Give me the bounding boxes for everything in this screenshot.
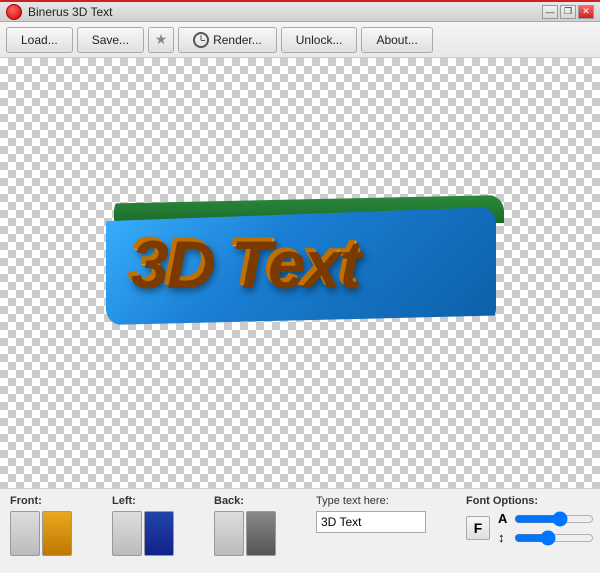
app-icon bbox=[6, 4, 22, 20]
text-input-field[interactable] bbox=[316, 511, 426, 533]
save-button[interactable]: Save... bbox=[77, 27, 144, 53]
canvas-area: 3D Text bbox=[0, 58, 600, 488]
front-swatch-row bbox=[10, 511, 72, 556]
font-controls-row: F A ↕ bbox=[466, 511, 594, 545]
title-bar-left: Binerus 3D Text bbox=[6, 4, 113, 20]
left-color-section: Left: bbox=[112, 495, 174, 556]
bottom-panel: Front: Left: Back: Type text here: Font … bbox=[0, 488, 600, 573]
size-slider[interactable] bbox=[514, 512, 594, 526]
3d-text-preview: 3D Text bbox=[100, 193, 500, 353]
unlock-button[interactable]: Unlock... bbox=[281, 27, 358, 53]
toolbar: Load... Save... ★ Render... Unlock... Ab… bbox=[0, 22, 600, 58]
shape-wrapper: 3D Text bbox=[100, 193, 500, 353]
height-slider[interactable] bbox=[514, 531, 594, 545]
text-input-label: Type text here: bbox=[316, 495, 426, 507]
window-title: Binerus 3D Text bbox=[28, 5, 113, 19]
front-swatch-color[interactable] bbox=[42, 511, 72, 556]
load-button[interactable]: Load... bbox=[6, 27, 73, 53]
title-bar: Binerus 3D Text — ❐ ✕ bbox=[0, 0, 600, 22]
3d-text-label: 3D Text bbox=[128, 223, 357, 301]
favorite-button[interactable]: ★ bbox=[148, 27, 174, 53]
front-label: Front: bbox=[10, 495, 42, 507]
title-controls: — ❐ ✕ bbox=[542, 5, 594, 19]
render-label: Render... bbox=[213, 33, 262, 47]
front-color-section: Front: bbox=[10, 495, 72, 556]
render-button[interactable]: Render... bbox=[178, 27, 277, 53]
clock-icon bbox=[193, 32, 209, 48]
back-color-section: Back: bbox=[214, 495, 276, 556]
back-label: Back: bbox=[214, 495, 244, 507]
size-label: A bbox=[498, 511, 510, 526]
about-button[interactable]: About... bbox=[361, 27, 432, 53]
front-swatch-light[interactable] bbox=[10, 511, 40, 556]
sliders-col: A ↕ bbox=[498, 511, 594, 545]
left-label: Left: bbox=[112, 495, 136, 507]
minimize-button[interactable]: — bbox=[542, 5, 558, 19]
size-slider-row: A bbox=[498, 511, 594, 526]
back-swatch-light[interactable] bbox=[214, 511, 244, 556]
left-swatch-light[interactable] bbox=[112, 511, 142, 556]
font-options-label: Font Options: bbox=[466, 495, 594, 507]
font-face-button[interactable]: F bbox=[466, 516, 490, 540]
height-slider-row: ↕ bbox=[498, 530, 594, 545]
back-swatch-row bbox=[214, 511, 276, 556]
font-options-section: Font Options: F A ↕ bbox=[466, 495, 594, 545]
restore-button[interactable]: ❐ bbox=[560, 5, 576, 19]
left-swatch-color[interactable] bbox=[144, 511, 174, 556]
back-swatch-color[interactable] bbox=[246, 511, 276, 556]
text-input-section: Type text here: bbox=[316, 495, 426, 533]
close-button[interactable]: ✕ bbox=[578, 5, 594, 19]
left-swatch-row bbox=[112, 511, 174, 556]
height-label: ↕ bbox=[498, 530, 510, 545]
